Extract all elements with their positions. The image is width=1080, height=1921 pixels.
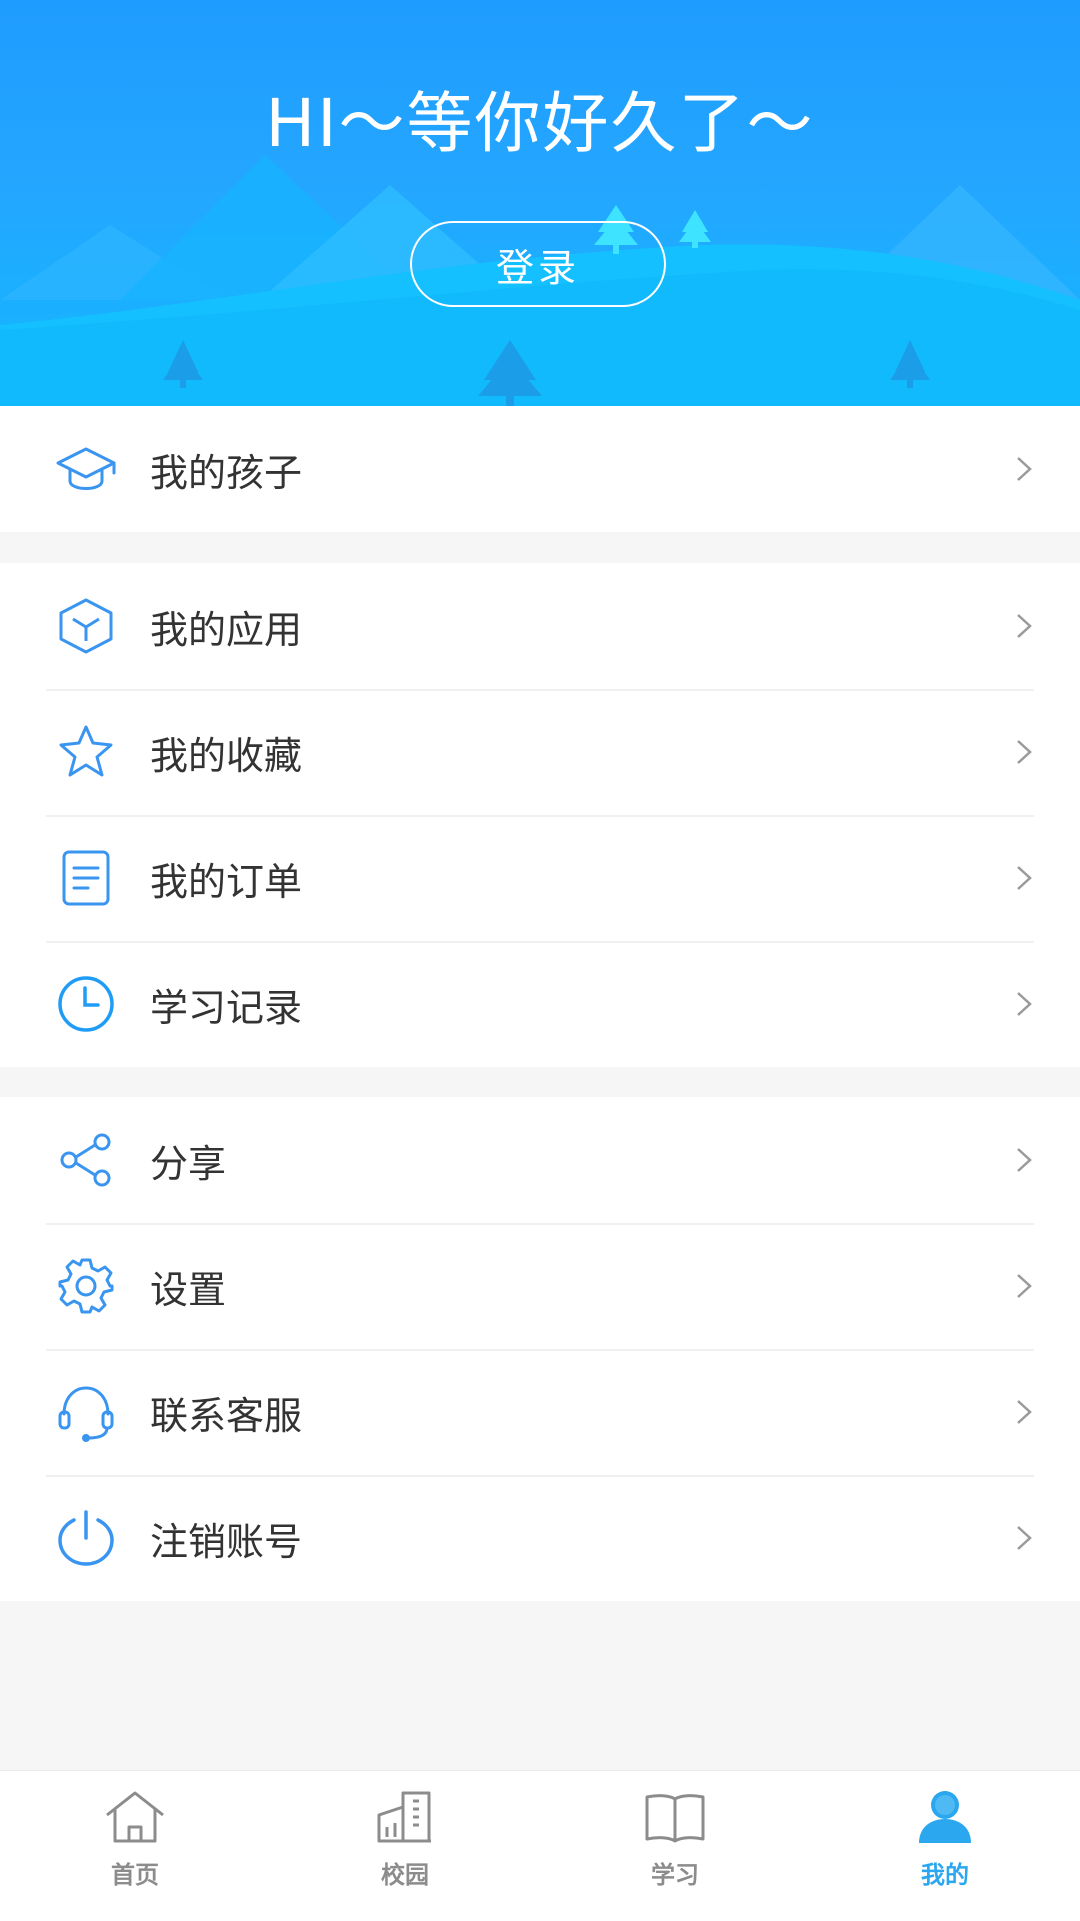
menu-item-label: 联系客服 xyxy=(150,1393,303,1438)
menu-item-share[interactable]: 分享 xyxy=(0,1097,1080,1223)
cube-icon xyxy=(56,596,116,656)
menu-item-my-orders[interactable]: 我的订单 xyxy=(0,815,1080,941)
chevron-right-icon xyxy=(1014,454,1034,484)
tab-label: 我的 xyxy=(921,1861,969,1889)
menu-group-personal: 我的应用 我的收藏 我的订单 学习记录 xyxy=(0,563,1080,1067)
menu-item-learning-history[interactable]: 学习记录 xyxy=(0,941,1080,1067)
greeting-title: HI～等你好久了～ xyxy=(265,85,815,162)
menu-group-children: 我的孩子 xyxy=(0,406,1080,532)
chevron-right-icon xyxy=(1014,611,1034,641)
menu-item-contact-support[interactable]: 联系客服 xyxy=(0,1349,1080,1475)
chevron-right-icon xyxy=(1014,863,1034,893)
mountain-background-illustration xyxy=(0,155,1080,406)
share-icon xyxy=(56,1130,116,1190)
document-icon xyxy=(56,848,116,908)
star-icon xyxy=(56,722,116,782)
menu-item-my-apps[interactable]: 我的应用 xyxy=(0,563,1080,689)
home-icon xyxy=(103,1789,167,1845)
power-icon xyxy=(56,1508,116,1568)
menu-item-my-favorites[interactable]: 我的收藏 xyxy=(0,689,1080,815)
menu-item-label: 我的孩子 xyxy=(150,450,303,495)
menu-item-label: 分享 xyxy=(150,1141,227,1186)
chevron-right-icon xyxy=(1014,989,1034,1019)
tab-label: 学习 xyxy=(651,1861,699,1889)
menu-item-label: 我的收藏 xyxy=(150,733,303,778)
menu-item-delete-account[interactable]: 注销账号 xyxy=(0,1475,1080,1601)
user-icon xyxy=(913,1789,977,1845)
login-button[interactable]: 登录 xyxy=(410,221,666,307)
book-icon xyxy=(643,1789,707,1845)
chevron-right-icon xyxy=(1014,1523,1034,1553)
tab-mine[interactable]: 我的 xyxy=(810,1771,1080,1921)
tab-study[interactable]: 学习 xyxy=(540,1771,810,1921)
clock-icon xyxy=(56,974,116,1034)
bottom-tab-bar: 首页 校园 学习 我的 xyxy=(0,1770,1080,1921)
chevron-right-icon xyxy=(1014,1397,1034,1427)
tab-home[interactable]: 首页 xyxy=(0,1771,270,1921)
tab-campus[interactable]: 校园 xyxy=(270,1771,540,1921)
menu-item-label: 设置 xyxy=(150,1267,227,1312)
menu-group-system: 分享 设置 联系客服 注销账号 xyxy=(0,1097,1080,1601)
menu-item-label: 注销账号 xyxy=(150,1519,303,1564)
chevron-right-icon xyxy=(1014,1145,1034,1175)
tab-label: 首页 xyxy=(111,1861,159,1889)
chevron-right-icon xyxy=(1014,1271,1034,1301)
menu-item-label: 我的订单 xyxy=(150,859,303,904)
tab-label: 校园 xyxy=(381,1861,429,1889)
chevron-right-icon xyxy=(1014,737,1034,767)
gear-icon xyxy=(56,1256,116,1316)
headset-icon xyxy=(56,1382,116,1442)
profile-header: HI～等你好久了～ 登录 xyxy=(0,0,1080,406)
menu-item-label: 学习记录 xyxy=(150,985,303,1030)
building-icon xyxy=(373,1789,437,1845)
menu-item-settings[interactable]: 设置 xyxy=(0,1223,1080,1349)
menu-item-my-children[interactable]: 我的孩子 xyxy=(0,406,1080,532)
graduation-cap-icon xyxy=(56,439,116,499)
menu-item-label: 我的应用 xyxy=(150,607,303,652)
